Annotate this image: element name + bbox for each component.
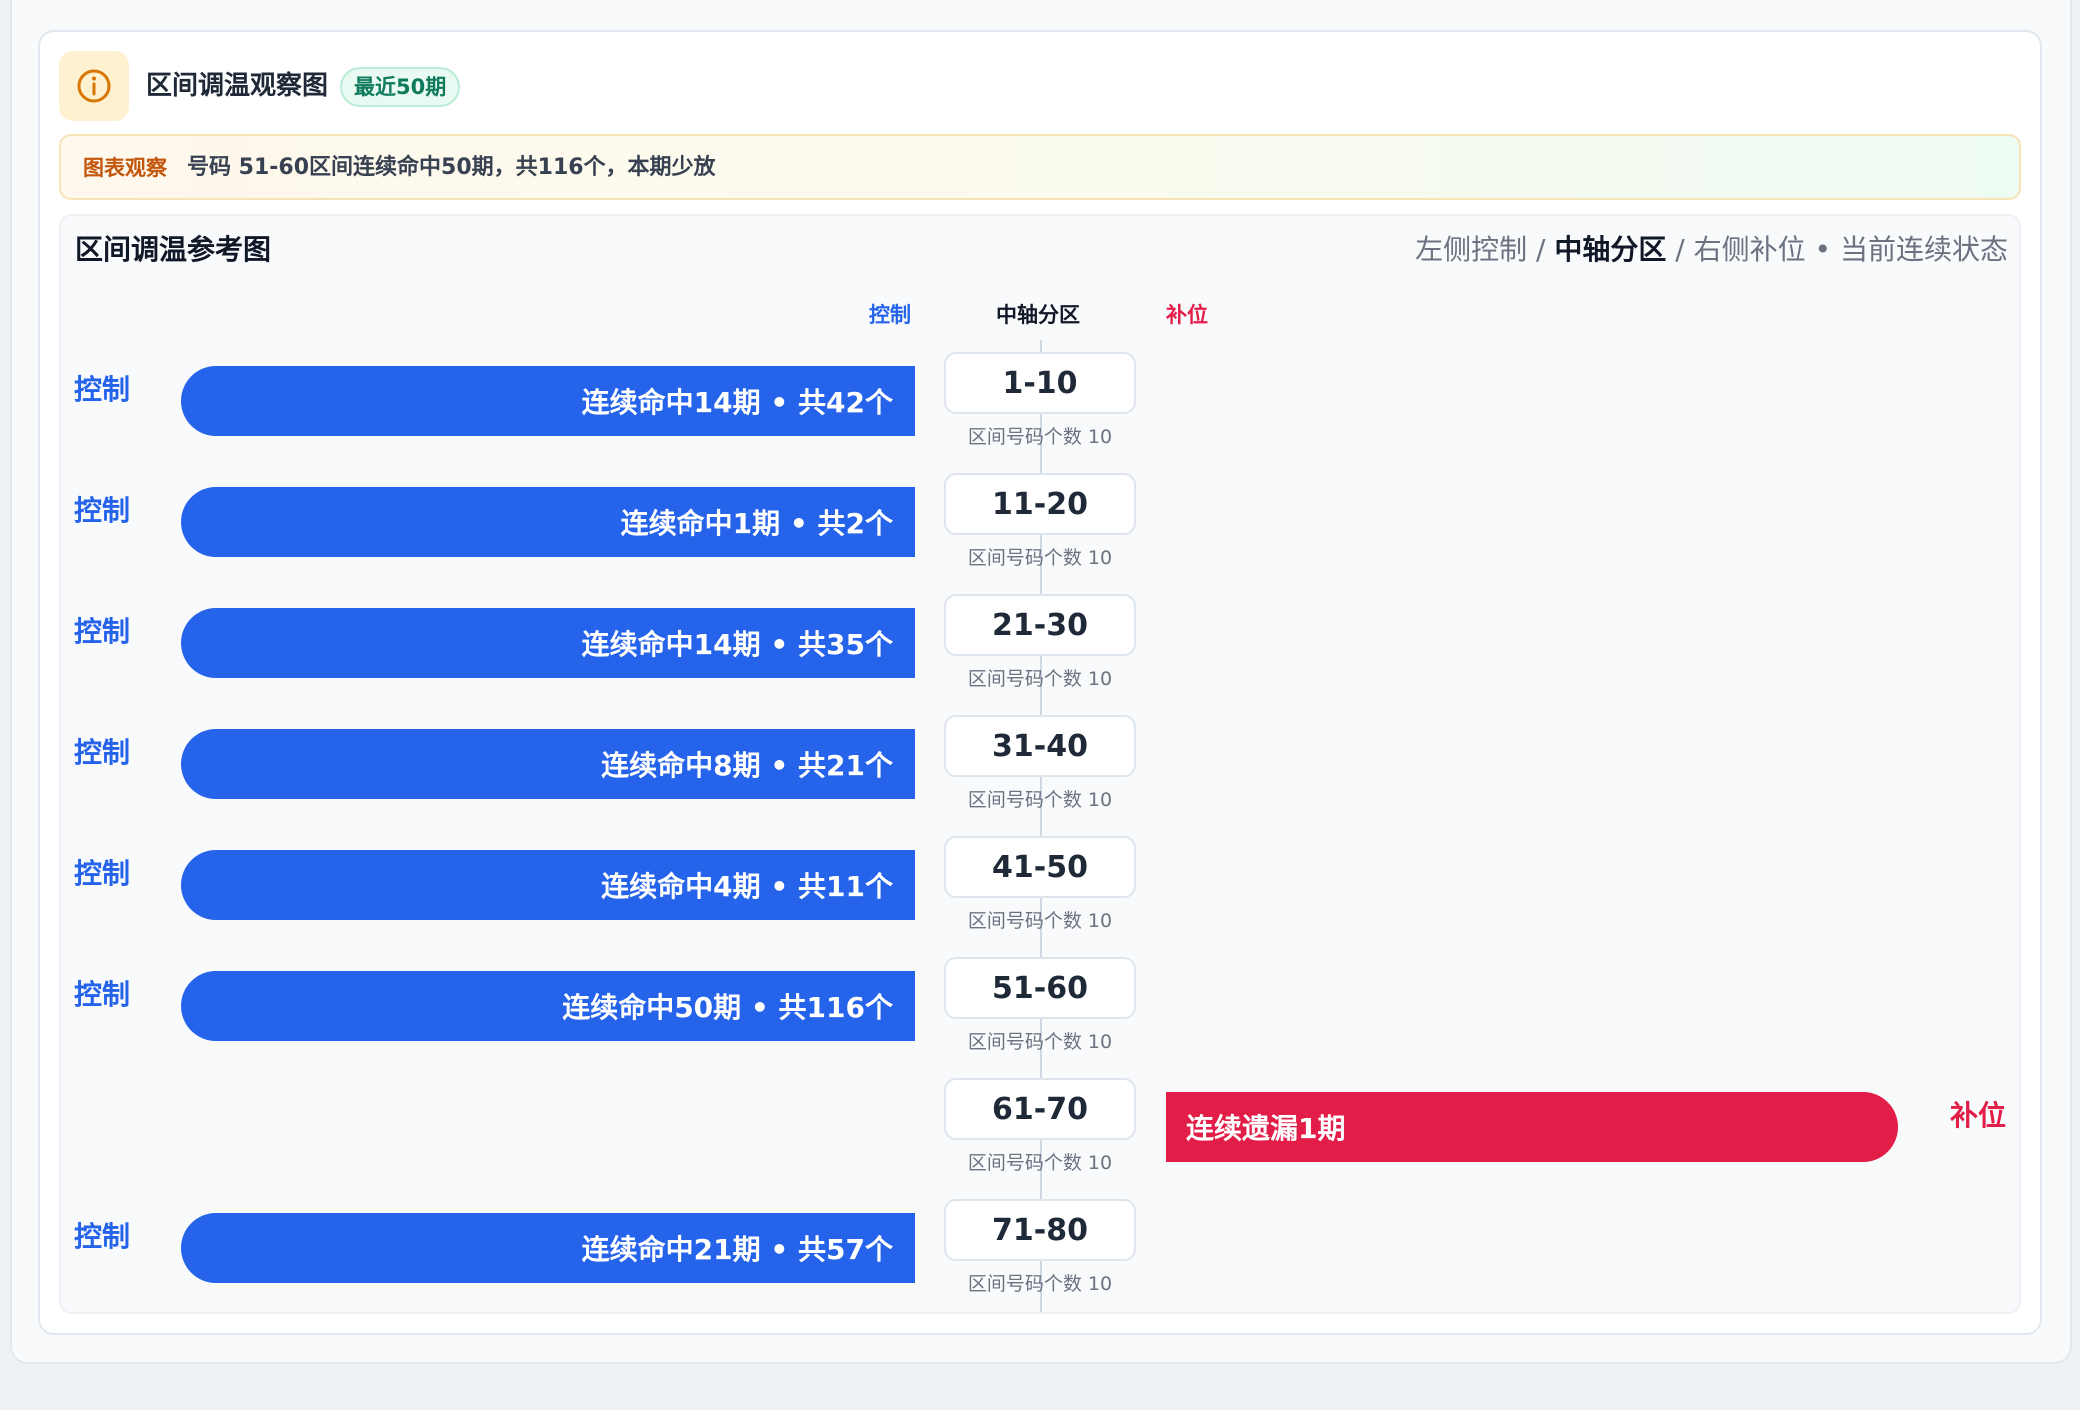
- column-header-axis: 中轴分区: [996, 303, 1080, 327]
- range-row: 控制 连续命中50期 • 共116个 51-60 区间号码个数 10: [0, 957, 2080, 1078]
- control-bar-label: 连续命中8期 • 共21个: [601, 749, 893, 782]
- range-box: 71-80: [944, 1199, 1136, 1261]
- range-box: 51-60: [944, 957, 1136, 1019]
- control-label: 控制: [74, 494, 131, 527]
- range-row: 控制 连续命中14期 • 共42个 1-10 区间号码个数 10: [0, 352, 2080, 473]
- column-header-control: 控制: [869, 303, 911, 327]
- period-badge: 最近50期: [340, 67, 461, 107]
- range-count: 区间号码个数 10: [967, 426, 1113, 448]
- range-box: 61-70: [944, 1078, 1136, 1140]
- control-label: 控制: [74, 615, 131, 648]
- control-bar: 连续命中21期 • 共57个: [181, 1213, 915, 1283]
- range-count: 区间号码个数 10: [967, 1152, 1113, 1174]
- range-row: 控制 连续命中8期 • 共21个 31-40 区间号码个数 10: [0, 715, 2080, 836]
- range-row: 控制 连续命中21期 • 共57个 71-80 区间号码个数 10: [0, 1199, 2080, 1320]
- chart-legend: 左侧控制 / 中轴分区 / 右侧补位 • 当前连续状态: [1415, 230, 2008, 270]
- panel-title: 区间调温参考图: [75, 233, 272, 266]
- range-box: 1-10: [944, 352, 1136, 414]
- range-count: 区间号码个数 10: [967, 668, 1113, 690]
- fill-bar: 连续遗漏1期: [1166, 1092, 1898, 1162]
- range-box: 11-20: [944, 473, 1136, 535]
- range-count: 区间号码个数 10: [967, 1031, 1113, 1053]
- range-count: 区间号码个数 10: [967, 789, 1113, 811]
- info-icon: [59, 51, 129, 121]
- observation-text: 号码 51-60区间连续命中50期，共116个，本期少放: [187, 155, 716, 180]
- range-count: 区间号码个数 10: [967, 1273, 1113, 1295]
- fill-label: 补位: [1949, 1099, 2006, 1132]
- range-count: 区间号码个数 10: [967, 910, 1113, 932]
- legend-left: 左侧控制: [1415, 233, 1528, 266]
- observation-tag: 图表观察: [83, 156, 167, 180]
- range-row: 控制 连续命中4期 • 共11个 41-50 区间号码个数 10: [0, 836, 2080, 957]
- control-label: 控制: [74, 857, 131, 890]
- control-label: 控制: [74, 736, 131, 769]
- legend-state: 当前连续状态: [1839, 233, 2008, 266]
- fill-bar-label: 连续遗漏1期: [1186, 1112, 1346, 1145]
- legend-right: 右侧补位: [1693, 233, 1806, 266]
- control-bar: 连续命中8期 • 共21个: [181, 729, 915, 799]
- range-count: 区间号码个数 10: [967, 547, 1113, 569]
- control-bar-label: 连续命中14期 • 共35个: [581, 628, 893, 661]
- column-header-fill: 补位: [1166, 303, 1208, 327]
- control-bar-label: 连续命中14期 • 共42个: [581, 386, 893, 419]
- range-box: 41-50: [944, 836, 1136, 898]
- control-bar-label: 连续命中50期 • 共116个: [562, 991, 893, 1024]
- range-row: 控制 连续命中14期 • 共35个 21-30 区间号码个数 10: [0, 594, 2080, 715]
- legend-dot: •: [1805, 233, 1840, 266]
- legend-separator: /: [1666, 233, 1694, 266]
- control-bar: 连续命中14期 • 共42个: [181, 366, 915, 436]
- control-label: 控制: [74, 978, 131, 1011]
- control-bar: 连续命中1期 • 共2个: [181, 487, 915, 557]
- card-title: 区间调温观察图: [146, 71, 329, 101]
- control-bar-label: 连续命中21期 • 共57个: [581, 1233, 893, 1266]
- control-label: 控制: [74, 1220, 131, 1253]
- control-label: 控制: [74, 373, 131, 406]
- legend-center: 中轴分区: [1554, 233, 1667, 266]
- range-row: 连续遗漏1期 补位 61-70 区间号码个数 10: [0, 1078, 2080, 1199]
- legend-separator: /: [1527, 233, 1555, 266]
- range-box: 21-30: [944, 594, 1136, 656]
- control-bar: 连续命中14期 • 共35个: [181, 608, 915, 678]
- control-bar: 连续命中50期 • 共116个: [181, 971, 915, 1041]
- range-box: 31-40: [944, 715, 1136, 777]
- control-bar: 连续命中4期 • 共11个: [181, 850, 915, 920]
- control-bar-label: 连续命中4期 • 共11个: [601, 870, 893, 903]
- control-bar-label: 连续命中1期 • 共2个: [620, 507, 893, 540]
- range-row: 控制 连续命中1期 • 共2个 11-20 区间号码个数 10: [0, 473, 2080, 594]
- observation-banner: 图表观察 号码 51-60区间连续命中50期，共116个，本期少放: [59, 134, 2021, 200]
